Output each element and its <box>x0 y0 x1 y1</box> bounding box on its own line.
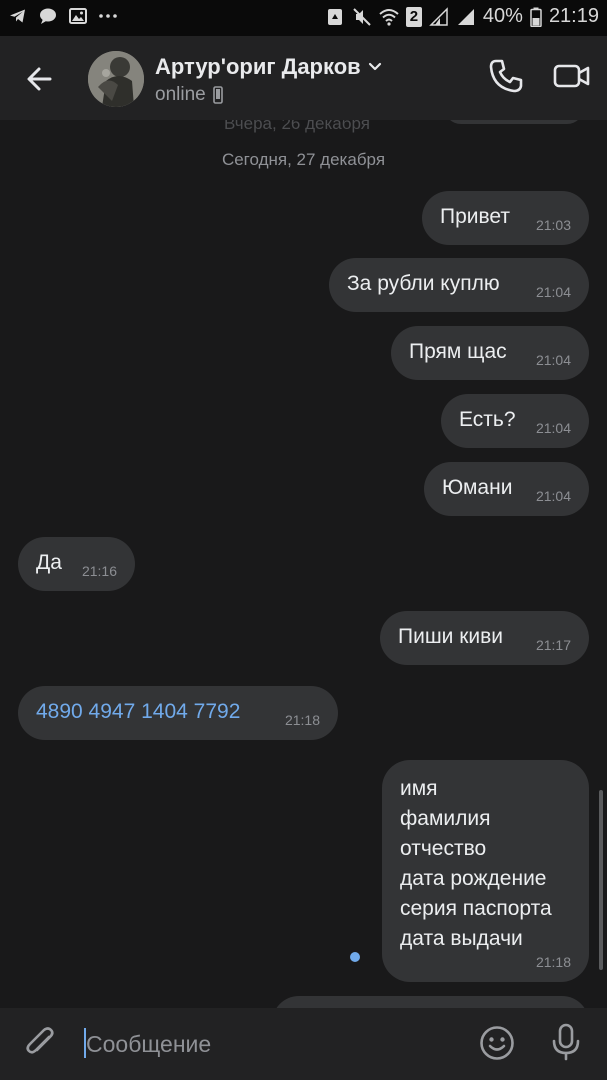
previous-message-bubble <box>444 120 584 124</box>
message-text: Пиши киви <box>398 625 504 648</box>
message-text: За рубли куплю <box>347 272 500 295</box>
sim-badge: 2 <box>405 6 422 27</box>
chat-bubble-icon <box>38 6 58 26</box>
notification-icons <box>8 6 118 26</box>
card-number-link[interactable]: 4890 4947 1404 7792 <box>36 700 240 724</box>
message-bubble-incoming[interactable]: 4890 4947 1404 7792 21:18 <box>18 686 338 740</box>
video-camera-icon <box>553 64 590 88</box>
message-time: 21:17 <box>535 637 571 653</box>
previous-date-separator: Вчера, 26 декабря <box>224 120 370 133</box>
message-bubble-outgoing[interactable]: Пиши киви 21:17 <box>380 611 589 665</box>
clock: 21:19 <box>548 5 599 27</box>
message-text: Есть? <box>459 408 516 431</box>
message-text: Да <box>36 551 62 574</box>
contact-name[interactable]: Артур'ориг Дарков <box>155 54 383 80</box>
battery-icon <box>530 7 542 27</box>
mobile-phone-icon <box>212 86 223 104</box>
more-dots-icon <box>98 6 118 26</box>
emoji-button[interactable] <box>478 1024 516 1062</box>
mute-icon <box>352 7 372 27</box>
signal-icon <box>456 7 476 27</box>
telegram-icon <box>8 6 28 26</box>
call-button[interactable] <box>486 56 526 96</box>
image-icon <box>68 6 88 26</box>
message-time: 21:18 <box>284 712 320 728</box>
avatar[interactable] <box>88 51 144 107</box>
scrollbar[interactable] <box>599 790 603 970</box>
video-call-button[interactable] <box>552 56 592 96</box>
chevron-down-icon <box>368 62 381 71</box>
signal-icon <box>429 6 449 27</box>
wifi-icon <box>379 7 399 27</box>
status-bar: 2 40% 21:19 <box>0 0 607 36</box>
message-bubble-outgoing[interactable]: За рубли куплю 21:04 <box>329 258 589 312</box>
online-status: online <box>155 84 206 105</box>
message-time: 21:03 <box>535 217 571 233</box>
message-bubble-incoming[interactable]: Да 21:16 <box>18 537 135 591</box>
recycle-icon <box>325 7 345 27</box>
message-bubble-outgoing[interactable]: имя фамилия отчество дата рождение серия… <box>382 760 589 982</box>
emoji-icon <box>480 1026 514 1060</box>
text-cursor <box>84 1028 86 1058</box>
message-time: 21:04 <box>535 420 571 436</box>
message-bubble-outgoing[interactable]: Привет 21:03 <box>422 191 589 245</box>
message-bubble-outgoing[interactable]: Юмани 21:04 <box>424 462 589 516</box>
message-bubble-partial <box>272 996 589 1008</box>
back-button[interactable] <box>20 58 62 100</box>
back-arrow-icon <box>27 67 52 91</box>
unread-indicator <box>350 952 360 962</box>
message-time: 21:16 <box>81 563 117 579</box>
message-bubble-outgoing[interactable]: Есть? 21:04 <box>441 394 589 448</box>
voice-message-button[interactable] <box>547 1022 585 1062</box>
phone-icon <box>489 59 523 93</box>
attach-button[interactable] <box>22 1024 60 1062</box>
message-input[interactable] <box>84 1024 444 1064</box>
message-bubble-outgoing[interactable]: Прям щас 21:04 <box>391 326 589 380</box>
chat-history[interactable]: Вчера, 26 декабря Сегодня, 27 декабря Пр… <box>0 120 607 1008</box>
message-text: имя фамилия отчество дата рождение серия… <box>400 777 552 950</box>
contact-name-text: Артур'ориг Дарков <box>155 54 361 79</box>
battery-percent: 40% <box>482 5 523 27</box>
message-text: Прям щас <box>409 340 507 363</box>
message-composer <box>0 1008 607 1080</box>
message-time: 21:04 <box>535 284 571 300</box>
message-text: Привет <box>440 205 511 228</box>
microphone-icon <box>552 1023 580 1061</box>
message-time: 21:18 <box>535 954 571 970</box>
date-separator: Сегодня, 27 декабря <box>221 150 386 169</box>
system-icons: 2 40% 21:19 <box>325 5 599 28</box>
message-time: 21:04 <box>535 488 571 504</box>
message-text: Юмани <box>442 476 513 499</box>
contact-status: online <box>155 84 223 106</box>
chat-header: Артур'ориг Дарков online <box>0 36 607 120</box>
message-time: 21:04 <box>535 352 571 368</box>
paperclip-icon <box>26 1027 54 1054</box>
